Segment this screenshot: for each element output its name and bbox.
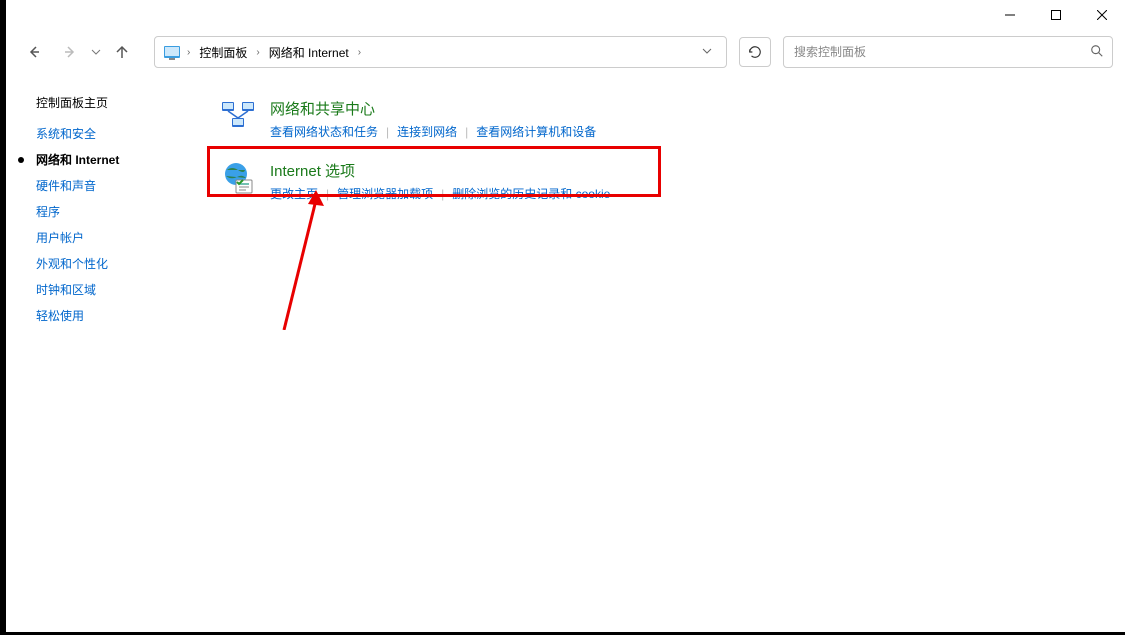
main-panel: 网络和共享中心 查看网络状态和任务 | 连接到网络 | 查看网络计算机和设备: [196, 94, 1125, 628]
search-icon: [1090, 44, 1104, 61]
sidebar: 控制面板主页 系统和安全 网络和 Internet 硬件和声音 程序 用户帐户 …: [6, 94, 196, 628]
link-delete-history[interactable]: 删除浏览的历史记录和 cookie: [452, 185, 610, 202]
titlebar: [6, 0, 1125, 32]
minimize-button[interactable]: [987, 0, 1033, 30]
sidebar-item-appearance[interactable]: 外观和个性化: [36, 255, 196, 272]
sidebar-item-clock-region[interactable]: 时钟和区域: [36, 281, 196, 298]
search-input[interactable]: [792, 44, 1090, 60]
link-change-homepage[interactable]: 更改主页: [270, 185, 318, 202]
link-view-network-status[interactable]: 查看网络状态和任务: [270, 123, 378, 140]
sidebar-item-ease-of-access[interactable]: 轻松使用: [36, 307, 196, 324]
back-button[interactable]: [18, 36, 50, 68]
close-button[interactable]: [1079, 0, 1125, 30]
address-dropdown[interactable]: [696, 46, 718, 59]
address-bar[interactable]: › 控制面板 › 网络和 Internet ›: [154, 36, 727, 68]
sidebar-item-network-internet[interactable]: 网络和 Internet: [36, 151, 196, 168]
sidebar-item-system-security[interactable]: 系统和安全: [36, 125, 196, 142]
sidebar-item-programs[interactable]: 程序: [36, 203, 196, 220]
category-title[interactable]: Internet 选项: [270, 160, 610, 181]
window-controls: [987, 0, 1125, 30]
sidebar-heading[interactable]: 控制面板主页: [36, 94, 196, 111]
history-dropdown[interactable]: [90, 47, 102, 57]
category-title[interactable]: 网络和共享中心: [270, 98, 596, 119]
refresh-button[interactable]: [739, 37, 771, 67]
network-sharing-icon: [220, 98, 256, 134]
up-button[interactable]: [106, 36, 138, 68]
category-network-sharing: 网络和共享中心 查看网络状态和任务 | 连接到网络 | 查看网络计算机和设备: [220, 94, 1125, 144]
maximize-button[interactable]: [1033, 0, 1079, 30]
chevron-right-icon: ›: [187, 47, 190, 58]
forward-button[interactable]: [54, 36, 86, 68]
window: › 控制面板 › 网络和 Internet › 控制面板主页 系统和安全 网络和…: [0, 0, 1125, 635]
category-internet-options: Internet 选项 更改主页 | 管理浏览器加载项 | 删除浏览的历史记录和…: [220, 156, 1125, 206]
link-view-devices[interactable]: 查看网络计算机和设备: [476, 123, 596, 140]
chevron-right-icon: ›: [256, 47, 259, 58]
breadcrumb-item[interactable]: 网络和 Internet: [266, 43, 352, 62]
control-panel-icon: [163, 43, 181, 61]
chevron-right-icon: ›: [358, 47, 361, 58]
body: 控制面板主页 系统和安全 网络和 Internet 硬件和声音 程序 用户帐户 …: [6, 72, 1125, 628]
link-connect-network[interactable]: 连接到网络: [397, 123, 457, 140]
internet-options-icon: [220, 160, 256, 196]
sidebar-item-hardware-sound[interactable]: 硬件和声音: [36, 177, 196, 194]
nav-row: › 控制面板 › 网络和 Internet ›: [6, 32, 1125, 72]
search-box[interactable]: [783, 36, 1113, 68]
breadcrumb-item[interactable]: 控制面板: [196, 43, 250, 62]
link-manage-addons[interactable]: 管理浏览器加载项: [337, 185, 433, 202]
sidebar-item-user-accounts[interactable]: 用户帐户: [36, 229, 196, 246]
